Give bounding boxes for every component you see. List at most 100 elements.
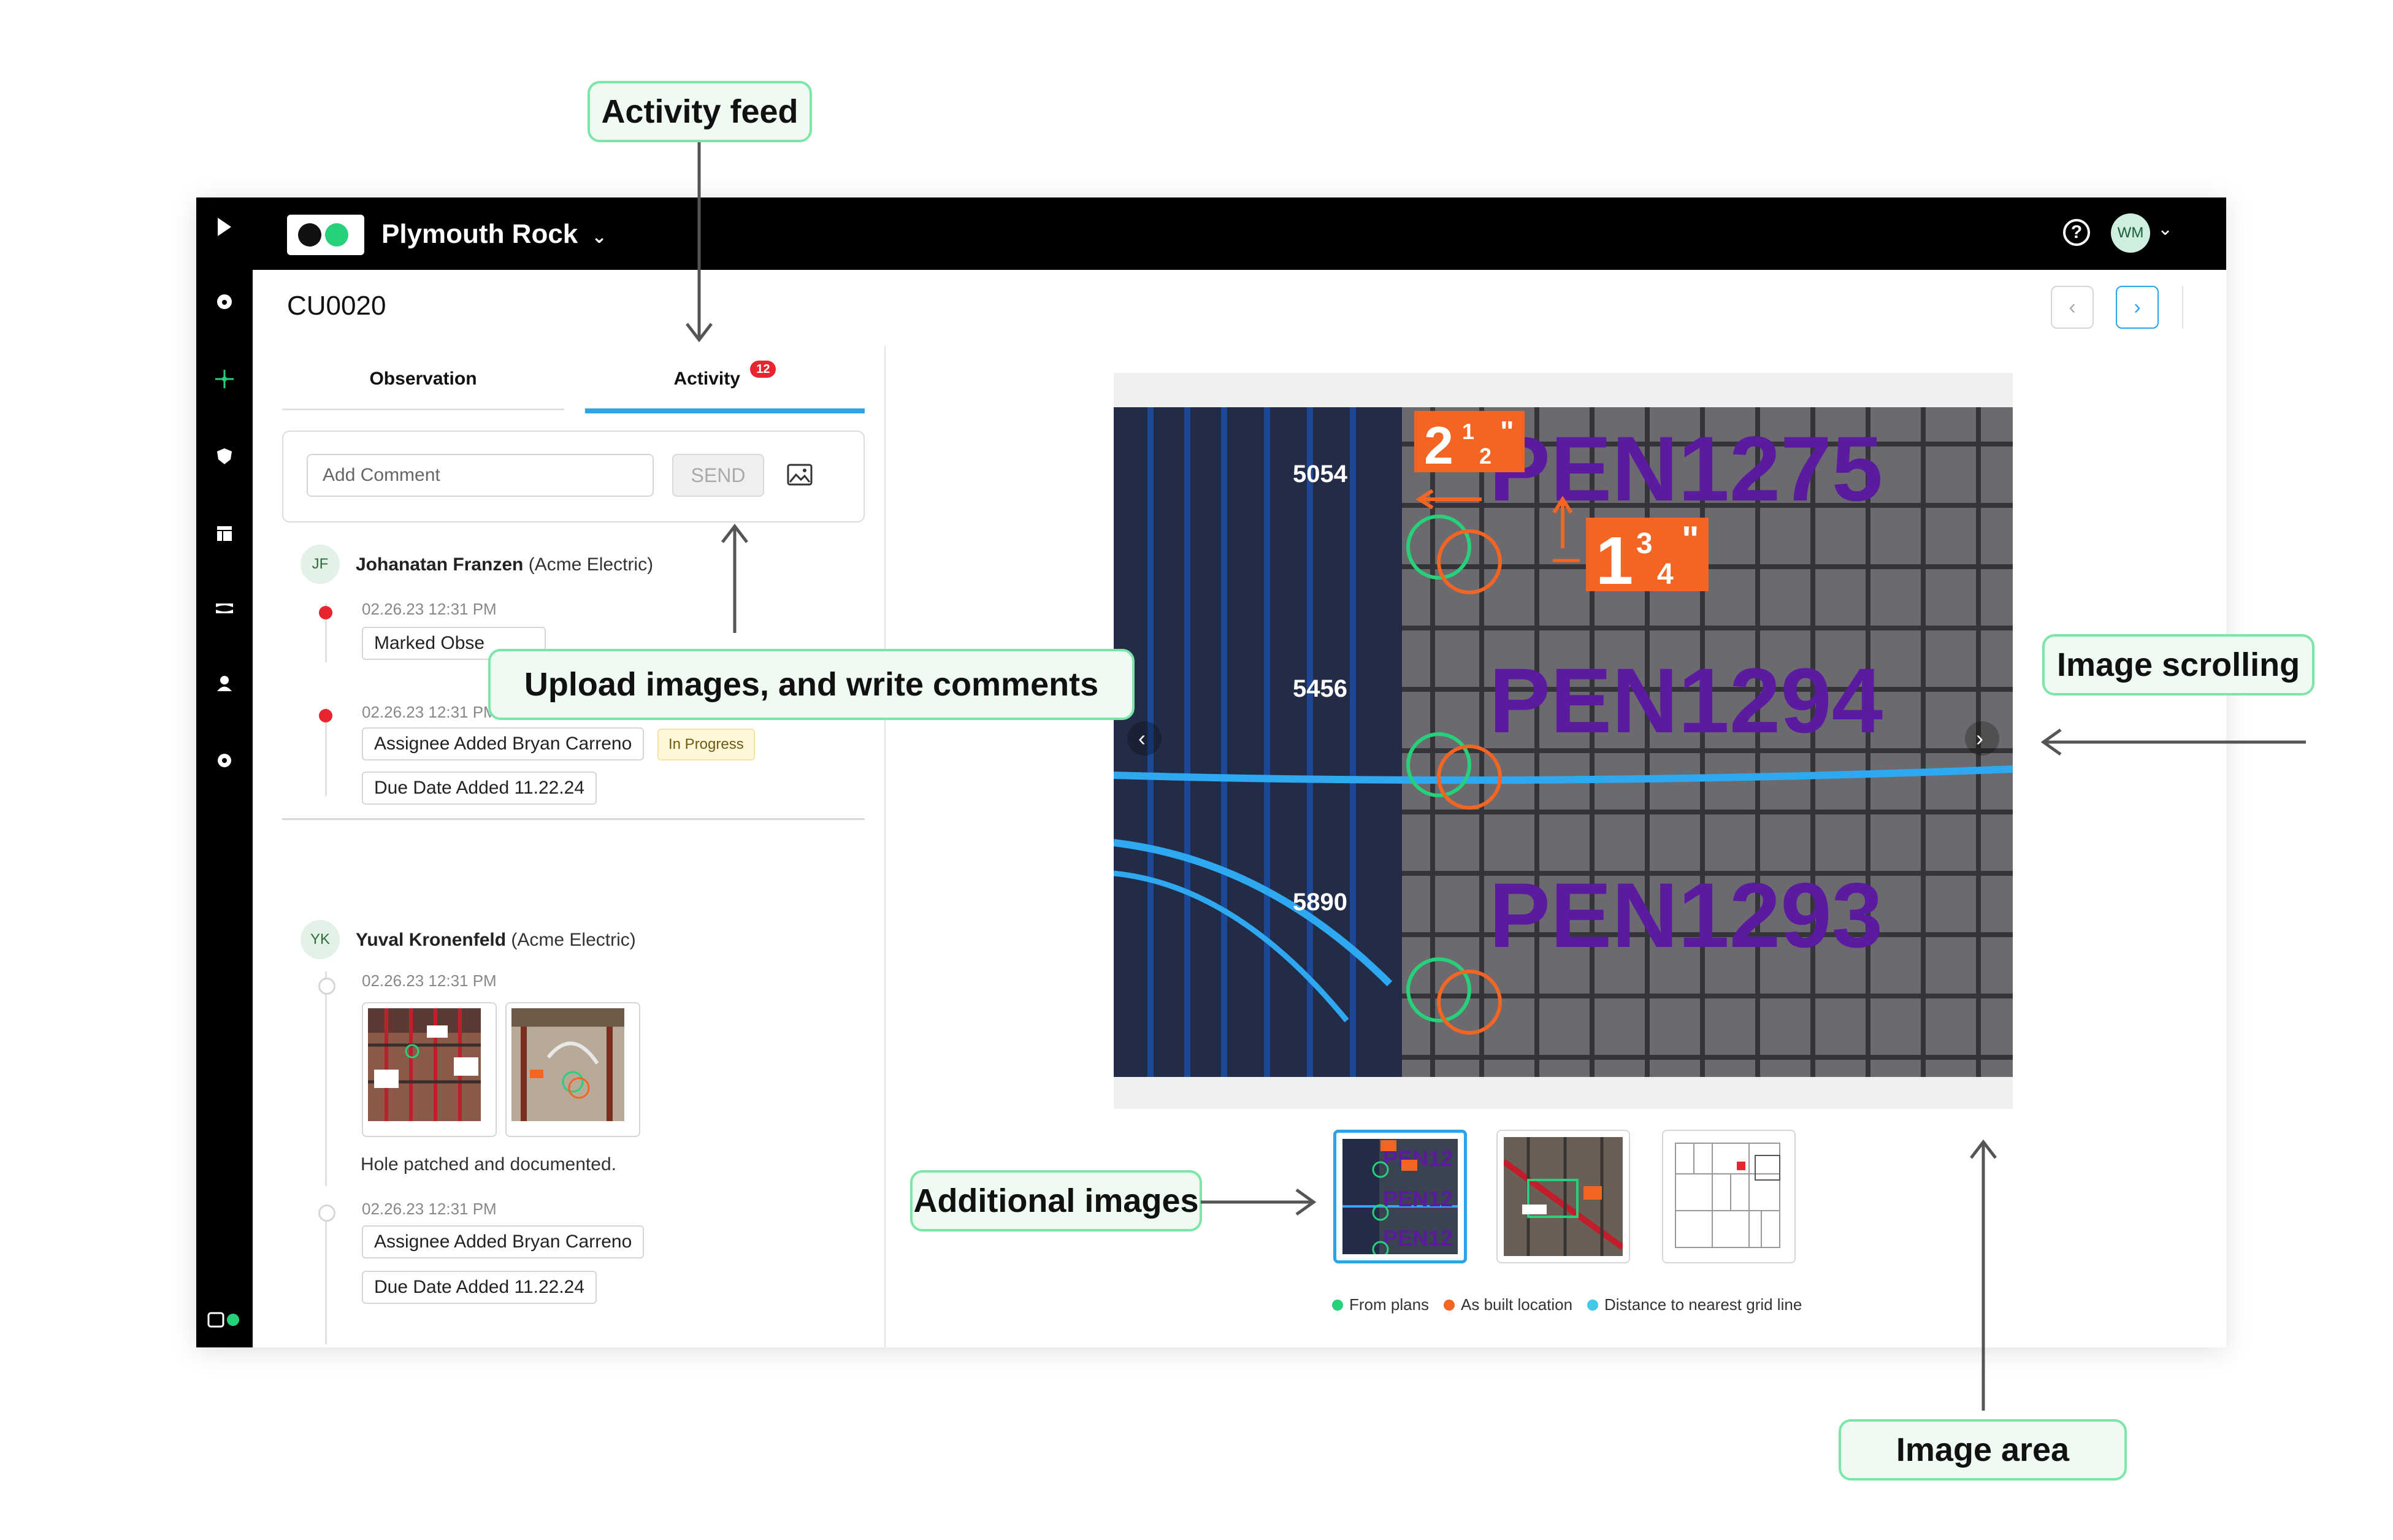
event-chip: Due Date Added 11.22.24 xyxy=(362,1271,597,1304)
app-window: Plymouth Rock ⌄ ? WM ⌄ CU0020 ‹ › Observ… xyxy=(196,197,2226,1347)
author-name: Johanatan Franzen xyxy=(356,554,524,575)
thumbnail-image xyxy=(1502,1137,1625,1256)
settings-gear-icon[interactable] xyxy=(196,742,253,779)
project-selector[interactable]: Plymouth Rock ⌄ xyxy=(381,215,607,257)
account-chevron-down-icon[interactable]: ⌄ xyxy=(2158,218,2173,240)
comment-text: Hole patched and documented. xyxy=(361,1154,616,1174)
site-photo: 5054 5456 5890 PEN1275 PEN1294 PEN1293 2… xyxy=(1114,407,2013,1077)
thumbnail-label: PEN12 xyxy=(1383,1186,1453,1211)
timeline-dot xyxy=(318,978,335,995)
shield-icon[interactable] xyxy=(196,438,253,475)
dimension-whole: 1 xyxy=(1596,523,1633,599)
help-icon[interactable]: ? xyxy=(2063,219,2090,246)
callout-activity-feed: Activity feed xyxy=(588,81,812,142)
attach-image-button[interactable] xyxy=(786,462,813,490)
dimension-whole: 2 xyxy=(1424,416,1453,475)
expand-rail-icon[interactable] xyxy=(196,209,253,245)
green-dot-icon xyxy=(1332,1299,1343,1311)
dimension-denominator: 4 xyxy=(1657,558,1674,591)
timeline-line xyxy=(325,1222,327,1344)
event-chip: Due Date Added 11.22.24 xyxy=(362,772,597,805)
gallery-thumbnail[interactable] xyxy=(1662,1130,1796,1263)
timestamp: 02.26.23 12:31 PM xyxy=(362,600,497,618)
timeline-dot xyxy=(319,709,332,722)
layout-icon[interactable] xyxy=(196,515,253,552)
arrow-icon xyxy=(2040,728,2306,756)
dashboard-icon[interactable] xyxy=(196,283,253,320)
attached-image xyxy=(511,1008,624,1121)
timestamp: 02.26.23 12:31 PM xyxy=(362,971,497,990)
floor-plan-image xyxy=(1669,1137,1788,1256)
cyan-dot-icon xyxy=(1587,1299,1598,1311)
timeline-line xyxy=(325,971,327,1186)
callout-upload: Upload images, and write comments xyxy=(488,649,1135,720)
avatar: JF xyxy=(301,545,340,584)
thumbnail-image: PEN12 PEN12 PEN12 xyxy=(1342,1139,1458,1258)
arrow-icon xyxy=(1970,1139,1997,1411)
chevron-right-icon: › xyxy=(1976,726,1983,751)
thumbnail-label: PEN12 xyxy=(1383,1225,1453,1251)
author-org: (Acme Electric) xyxy=(528,554,654,575)
legend-item: Distance to nearest grid line xyxy=(1587,1295,1802,1314)
timeline-dot xyxy=(319,606,332,619)
comment-author: Johanatan Franzen (Acme Electric) xyxy=(356,554,653,575)
author-name: Yuval Kronenfeld xyxy=(356,930,507,950)
pipe-id-label: 5054 xyxy=(1293,461,1348,488)
legend-item: From plans xyxy=(1332,1295,1429,1314)
image-upload-icon xyxy=(787,464,813,486)
tab-activity-label: Activity xyxy=(673,369,740,389)
arrow-icon xyxy=(721,523,748,633)
penetration-label: PEN1294 xyxy=(1489,649,1883,752)
chevron-left-icon: ‹ xyxy=(1138,726,1146,751)
scroll-right-button[interactable]: › xyxy=(1965,721,1999,756)
attached-image-thumbnail[interactable] xyxy=(362,1002,497,1137)
previous-record-button[interactable]: ‹ xyxy=(2051,286,2094,329)
brand-mark-icon xyxy=(196,1301,253,1338)
scroll-left-button[interactable]: ‹ xyxy=(1127,721,1162,756)
tab-observation[interactable]: Observation xyxy=(282,361,564,410)
tab-activity[interactable]: Activity 12 xyxy=(585,361,865,413)
callout-image-area: Image area xyxy=(1839,1419,2127,1481)
event-chip: Assignee Added Bryan Carreno xyxy=(362,727,645,760)
divider xyxy=(2182,286,2183,329)
chevron-down-icon: ⌄ xyxy=(591,227,607,247)
legend-label: Distance to nearest grid line xyxy=(1604,1295,1802,1314)
top-bar: Plymouth Rock ⌄ ? WM ⌄ xyxy=(253,197,2226,270)
callout-image-scrolling: Image scrolling xyxy=(2042,634,2315,695)
dimension-unit: " xyxy=(1682,519,1699,560)
activity-panel: Observation Activity 12 Add Comment SEND… xyxy=(253,346,886,1347)
penetration-label: PEN1293 xyxy=(1489,864,1883,967)
timestamp: 02.26.23 12:31 PM xyxy=(362,1200,497,1218)
activity-count-badge: 12 xyxy=(750,361,776,378)
next-record-button[interactable]: › xyxy=(2116,286,2159,329)
pipe-id-label: 5890 xyxy=(1293,889,1347,916)
chevron-right-icon: › xyxy=(2134,295,2141,319)
chevron-left-icon: ‹ xyxy=(2069,295,2076,319)
dimension-numerator: 3 xyxy=(1636,527,1653,560)
attached-image-thumbnail[interactable] xyxy=(505,1002,640,1137)
author-org: (Acme Electric) xyxy=(511,930,636,950)
attached-image xyxy=(368,1008,481,1121)
legend-item: As built location xyxy=(1444,1295,1572,1314)
arrow-icon xyxy=(686,142,713,343)
gallery-thumbnail[interactable] xyxy=(1496,1130,1630,1263)
status-badge: In Progress xyxy=(657,729,755,760)
tab-observation-label: Observation xyxy=(369,369,477,389)
main-image[interactable]: 5054 5456 5890 PEN1275 PEN1294 PEN1293 2… xyxy=(1114,407,2013,1077)
crosshair-icon[interactable] xyxy=(196,361,253,397)
event-chip: Assignee Added Bryan Carreno xyxy=(362,1225,645,1258)
dimension-numerator: 1 xyxy=(1462,419,1474,444)
avatar: YK xyxy=(301,920,340,959)
record-header: CU0020 ‹ › xyxy=(253,270,2226,347)
nav-rail xyxy=(196,197,253,1347)
gallery-thumbnail[interactable]: PEN12 PEN12 PEN12 xyxy=(1333,1130,1467,1263)
bridge-icon[interactable] xyxy=(196,590,253,627)
dimension-denominator: 2 xyxy=(1479,443,1491,469)
timeline-dot xyxy=(318,1205,335,1222)
user-icon[interactable] xyxy=(196,665,253,702)
timestamp: 02.26.23 12:31 PM xyxy=(362,703,497,721)
add-comment-input[interactable]: Add Comment xyxy=(307,454,654,497)
legend-label: From plans xyxy=(1349,1295,1430,1314)
user-avatar[interactable]: WM xyxy=(2111,213,2150,253)
send-button[interactable]: SEND xyxy=(672,454,764,497)
